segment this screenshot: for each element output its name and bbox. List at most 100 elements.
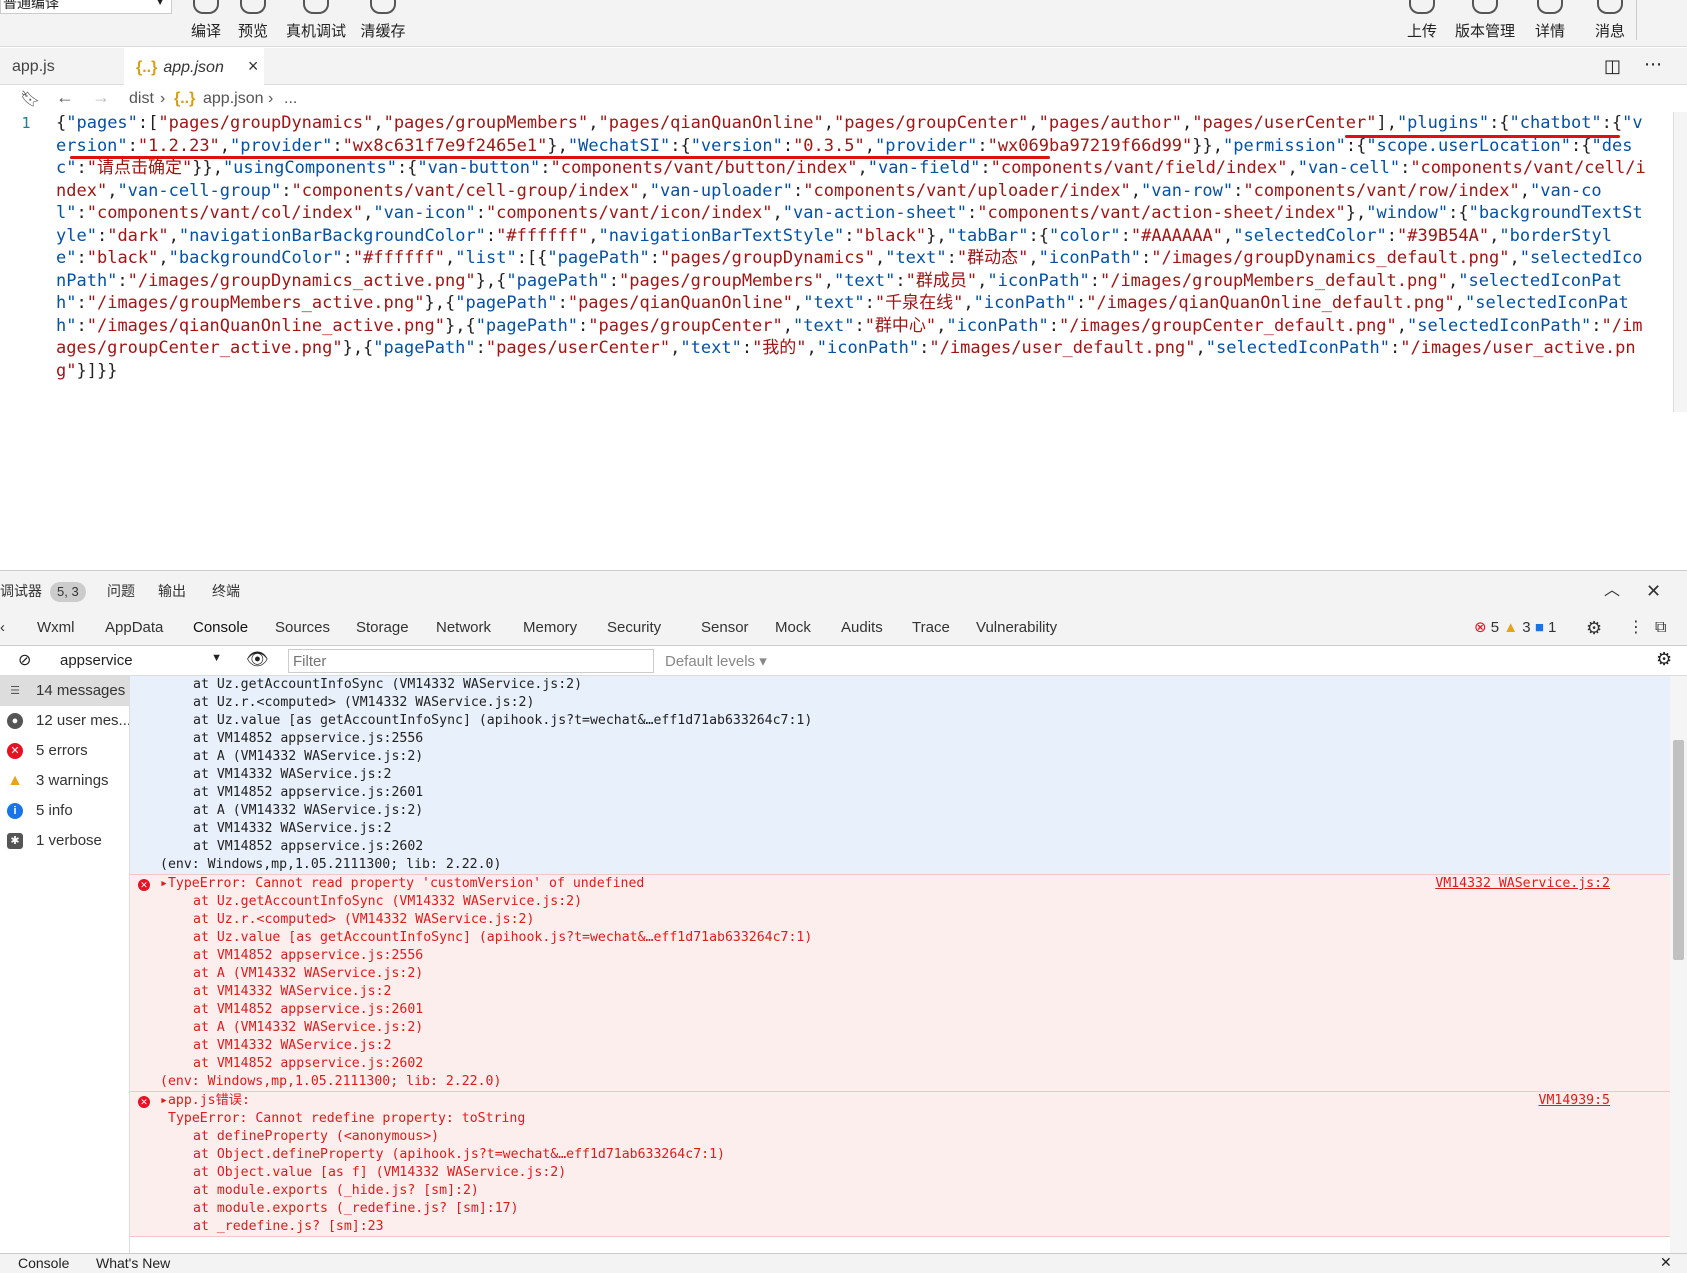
stack-frame[interactable]: at VM14852 appservice.js:2602 [130, 1055, 1670, 1073]
source-link[interactable]: VM14332 WAService.js:2 [1435, 875, 1610, 893]
tab-appdata[interactable]: AppData [105, 610, 163, 646]
stack-frame[interactable]: at A (VM14332 WAService.js:2) [130, 748, 1670, 766]
tab-sources[interactable]: Sources [275, 610, 330, 646]
stack-frame[interactable]: at A (VM14332 WAService.js:2) [130, 965, 1670, 983]
tab-storage[interactable]: Storage [356, 610, 409, 646]
log-levels-select[interactable]: Default levels ▾ [665, 652, 767, 670]
sidebar-item-user-messages[interactable]: ● 12 user mes... [0, 706, 129, 736]
stack-frame[interactable]: at _redefine.js? [sm]:23 [130, 1218, 1670, 1236]
context-select[interactable]: appservice ▼ [60, 652, 222, 672]
stack-frame[interactable]: at Uz.r.<computed> (VM14332 WAService.js… [130, 911, 1670, 929]
tab-audits[interactable]: Audits [841, 610, 883, 646]
forward-arrow-icon[interactable]: → [92, 87, 110, 108]
tab-sensor[interactable]: Sensor [701, 610, 749, 646]
sidebar-item-warnings[interactable]: ▲ 3 warnings [0, 766, 129, 796]
close-icon[interactable]: ✕ [1660, 1254, 1672, 1271]
compile-button[interactable]: 编译 [186, 0, 226, 47]
sidebar-item-verbose[interactable]: ✱ 1 verbose [0, 826, 129, 856]
stack-frame[interactable]: at VM14852 appservice.js:2601 [130, 784, 1670, 802]
json-punctuation: : [475, 338, 486, 358]
stack-frame[interactable]: at VM14332 WAService.js:2 [130, 766, 1670, 784]
sidebar-item-errors[interactable]: ✕ 5 errors [0, 736, 129, 766]
tab-wxml[interactable]: Wxml [37, 610, 75, 646]
version-management-button[interactable]: 版本管理 [1452, 0, 1518, 47]
stack-frame[interactable]: at A (VM14332 WAService.js:2) [130, 802, 1670, 820]
stack-frame[interactable]: at defineProperty (<anonymous>) [130, 1128, 1670, 1146]
eye-icon[interactable]: 👁︎ [246, 649, 269, 670]
sidebar-item-info[interactable]: i 5 info [0, 796, 129, 826]
stack-frame[interactable]: at Uz.getAccountInfoSync (VM14332 WAServ… [130, 893, 1670, 911]
close-icon[interactable]: ✕ [1646, 571, 1661, 611]
tab-security[interactable]: Security [607, 610, 661, 646]
compile-mode-select[interactable]: 普通编译 ▼ [0, 0, 172, 14]
stack-frame[interactable]: at Object.defineProperty (apihook.js?t=w… [130, 1146, 1670, 1164]
stack-frame[interactable]: at VM14332 WAService.js:2 [130, 820, 1670, 838]
stack-frame[interactable]: at VM14332 WAService.js:2 [130, 1037, 1670, 1055]
stack-frame[interactable]: at VM14332 WAService.js:2 [130, 983, 1670, 1001]
tab-output[interactable]: 输出 [158, 571, 186, 611]
tab-console-drawer[interactable]: Console [18, 1255, 69, 1271]
stack-frame[interactable]: at VM14852 appservice.js:2602 [130, 838, 1670, 856]
tab-problems[interactable]: 问题 [107, 571, 135, 611]
tab-console[interactable]: Console [193, 610, 249, 648]
upload-button[interactable]: 上传 [1402, 0, 1442, 47]
json-key: "pagePath" [373, 338, 476, 358]
tab-mock[interactable]: Mock [775, 610, 811, 646]
tab-network[interactable]: Network [436, 610, 491, 646]
more-icon[interactable]: ⋯ [1644, 54, 1662, 75]
stack-frame[interactable]: at module.exports (_hide.js? [sm]:2) [130, 1182, 1670, 1200]
clear-console-icon[interactable]: ⊘ [18, 650, 31, 670]
stack-frame[interactable]: at module.exports (_redefine.js? [sm]:17… [130, 1200, 1670, 1218]
code-content[interactable]: {"pages":["pages/groupDynamics","pages/g… [56, 112, 1646, 382]
gear-icon[interactable]: ⚙ [1586, 610, 1602, 646]
top-toolbar: 普通编译 ▼ 编译 预览 真机调试 清缓存 上传 版本管理 详情 消息 [0, 0, 1687, 47]
back-arrow-icon[interactable]: ← [56, 87, 74, 108]
tab-app-json[interactable]: {..} app.json × [124, 48, 264, 85]
overview-ruler[interactable] [1673, 112, 1687, 412]
json-punctuation: : [332, 135, 343, 156]
details-button[interactable]: 详情 [1530, 0, 1570, 47]
stack-frame[interactable]: at Uz.value [as getAccountInfoSync] (api… [130, 929, 1670, 947]
tab-vulnerability[interactable]: Vulnerability [976, 610, 1057, 646]
stack-frame[interactable]: at Uz.r.<computed> (VM14332 WAService.js… [130, 694, 1670, 712]
stack-frame[interactable]: at Uz.value [as getAccountInfoSync] (api… [130, 712, 1670, 730]
stack-frame[interactable]: at Object.value [as f] (VM14332 WAServic… [130, 1164, 1670, 1182]
issue-counters[interactable]: ⊗ 5 ▲ 3 ■ 1 [1474, 610, 1556, 646]
code-editor[interactable]: 1 {"pages":["pages/groupDynamics","pages… [0, 112, 1687, 570]
messages-button[interactable]: 消息 [1590, 0, 1630, 47]
expand-arrow-icon[interactable]: ▸ [160, 876, 168, 891]
tab-app-js[interactable]: app.js [0, 48, 67, 85]
error-icon: ✕ [7, 743, 23, 759]
tab-whats-new[interactable]: What's New [96, 1255, 170, 1271]
scrollbar-thumb[interactable] [1673, 740, 1684, 960]
breadcrumb-file[interactable]: app.json [203, 90, 264, 108]
gear-icon[interactable]: ⚙ [1656, 649, 1672, 670]
sidebar-item-messages[interactable]: ☰ 14 messages [0, 676, 129, 706]
chevron-left-icon[interactable]: ‹ [0, 610, 5, 646]
console-scrollbar[interactable] [1670, 676, 1687, 1253]
close-icon[interactable]: × [248, 56, 259, 76]
source-link[interactable]: VM14939:5 [1539, 1092, 1610, 1110]
split-editor-icon[interactable]: ◫ [1604, 56, 1621, 77]
stack-frame[interactable]: at VM14852 appservice.js:2601 [130, 1001, 1670, 1019]
filter-input[interactable] [288, 649, 654, 673]
stack-frame[interactable]: at Uz.getAccountInfoSync (VM14332 WAServ… [130, 676, 1670, 694]
undock-icon[interactable]: ⧉ [1655, 610, 1666, 646]
breadcrumb-more[interactable]: ... [284, 90, 297, 108]
tab-memory[interactable]: Memory [523, 610, 577, 646]
tab-terminal[interactable]: 终端 [212, 571, 240, 611]
chevron-up-icon[interactable]: ︿ [1604, 571, 1620, 611]
bookmark-icon[interactable]: 🔖︎ [20, 89, 40, 109]
tab-debugger[interactable]: 调试器 [0, 571, 42, 611]
clear-cache-button[interactable]: 清缓存 [358, 0, 408, 47]
breadcrumb-root[interactable]: dist [129, 90, 154, 108]
preview-button[interactable]: 预览 [233, 0, 273, 47]
stack-frame[interactable]: at VM14852 appservice.js:2556 [130, 730, 1670, 748]
expand-arrow-icon[interactable]: ▸ [160, 1093, 168, 1108]
more-vertical-icon[interactable]: ⋮ [1628, 610, 1644, 646]
stack-frame[interactable]: at VM14852 appservice.js:2556 [130, 947, 1670, 965]
remote-debug-button[interactable]: 真机调试 [283, 0, 349, 47]
stack-frame[interactable]: at A (VM14332 WAService.js:2) [130, 1019, 1670, 1037]
console-output[interactable]: at Uz.getAccountInfoSync (VM14332 WAServ… [130, 676, 1670, 1253]
tab-trace[interactable]: Trace [912, 610, 950, 646]
